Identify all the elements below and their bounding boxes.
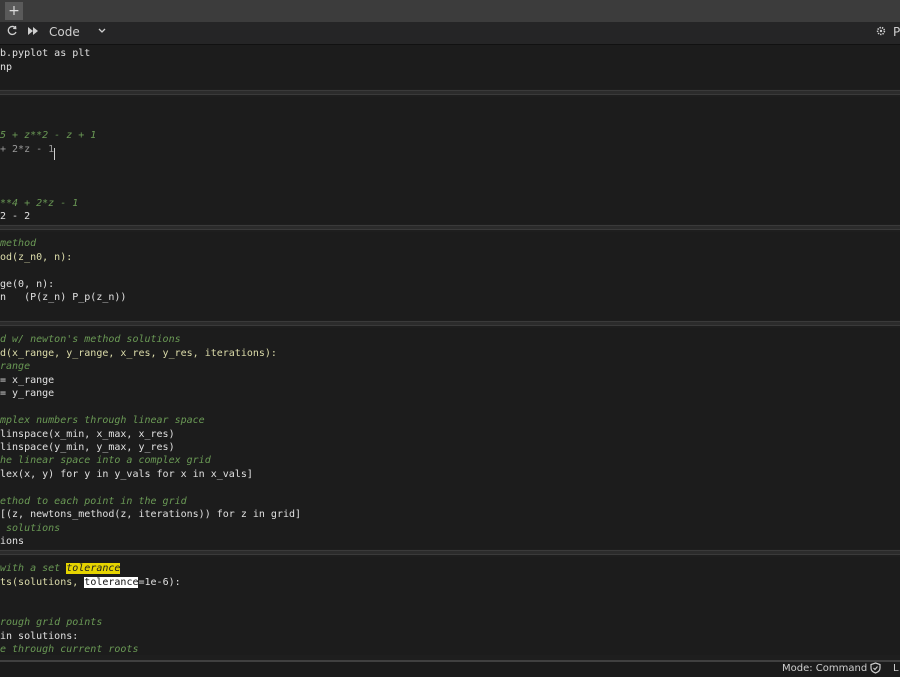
code-line: d(x_range, y_range, x_res, y_res, iterat… <box>0 348 277 359</box>
code-line: in solutions: <box>0 631 79 642</box>
code-line: method <box>0 238 37 249</box>
code-line: ions <box>0 536 25 547</box>
code-line: linspace(x_min, x_max, x_res) <box>0 429 175 440</box>
code-cell[interactable]: method od(z_n0, n): ge(0, n): n (P(z_n) … <box>0 232 900 320</box>
code-line: 5 + z**2 - z + 1 <box>0 130 97 141</box>
chevron-down-icon[interactable] <box>97 25 107 39</box>
notebook-cells: b.pyplot as plt np 5 + z**2 - z + 1 + 2*… <box>0 45 900 655</box>
status-right-label: L <box>893 663 899 674</box>
code-line: he linear space into a complex grid <box>0 455 211 466</box>
notebook-toolbar: Code P <box>0 22 900 45</box>
code-line: ge(0, n): <box>0 279 55 290</box>
code-line: rough grid points <box>0 617 103 628</box>
mode-indicator: Mode: Command <box>782 663 868 674</box>
code-line: ethod to each point in the grid <box>0 496 187 507</box>
code-line: 2 - 2 <box>0 211 31 222</box>
code-line: od(z_n0, n): <box>0 252 73 263</box>
kernel-label: P <box>893 25 900 39</box>
status-bar: Mode: Command L <box>0 660 900 677</box>
code-line: with a set tolerance <box>0 563 121 574</box>
code-line: lex(x, y) for y in y_vals for x in x_val… <box>0 469 253 480</box>
code-line: n (P(z_n) P_p(z_n)) <box>0 292 127 303</box>
code-line: solutions <box>0 523 61 534</box>
cell-separator <box>0 225 900 230</box>
code-cell[interactable]: b.pyplot as plt np <box>0 45 900 89</box>
code-line: [(z, newtons_method(z, iterations)) for … <box>0 509 302 520</box>
find-match-highlight: tolerance <box>66 563 121 574</box>
code-line: = y_range <box>0 388 55 399</box>
code-line: d w/ newton's method solutions <box>0 334 181 345</box>
code-line: + 2*z - 1 <box>0 144 55 155</box>
text-cursor-icon <box>54 148 55 160</box>
cell-separator <box>0 550 900 555</box>
run-all-icon[interactable] <box>27 25 39 40</box>
code-line: ts(solutions, tolerance=1e-6): <box>0 577 181 588</box>
code-line: = x_range <box>0 375 55 386</box>
code-line: e through current roots <box>0 644 139 655</box>
code-line: **4 + 2*z - 1 <box>0 198 79 209</box>
code-line: np <box>0 62 13 73</box>
code-cell[interactable]: 5 + z**2 - z + 1 + 2*z - 1 **4 + 2*z - 1… <box>0 97 900 224</box>
code-line: mplex numbers through linear space <box>0 415 205 426</box>
add-tab-button[interactable]: + <box>5 2 23 20</box>
code-line: range <box>0 361 31 372</box>
cell-separator <box>0 90 900 95</box>
cell-separator <box>0 321 900 326</box>
restart-icon[interactable] <box>6 25 18 40</box>
tab-bar: + <box>0 0 900 22</box>
code-line: linspace(y_min, y_max, y_res) <box>0 442 175 453</box>
gear-icon[interactable] <box>876 25 886 39</box>
find-match-current: tolerance <box>84 577 139 588</box>
cell-type-select[interactable]: Code <box>49 25 80 39</box>
code-line: b.pyplot as plt <box>0 48 91 59</box>
code-cell[interactable]: d w/ newton's method solutions d(x_range… <box>0 328 900 549</box>
code-cell[interactable]: with a set tolerance ts(solutions, toler… <box>0 557 900 655</box>
